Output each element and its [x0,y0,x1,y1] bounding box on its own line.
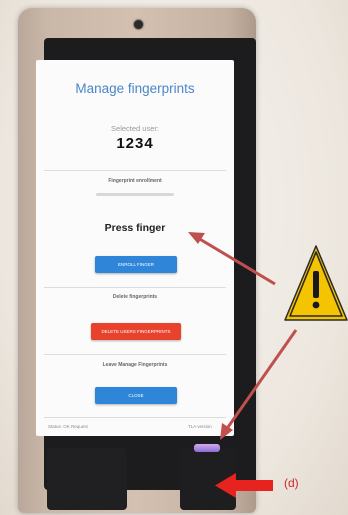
warning-triangle-icon [284,245,348,321]
arrow-to-prompt [188,232,276,286]
annotation-layer [188,232,348,498]
arrow-to-sensor [220,329,298,440]
callout-arrow [215,473,273,498]
callout-label-d: (d) [284,476,299,490]
